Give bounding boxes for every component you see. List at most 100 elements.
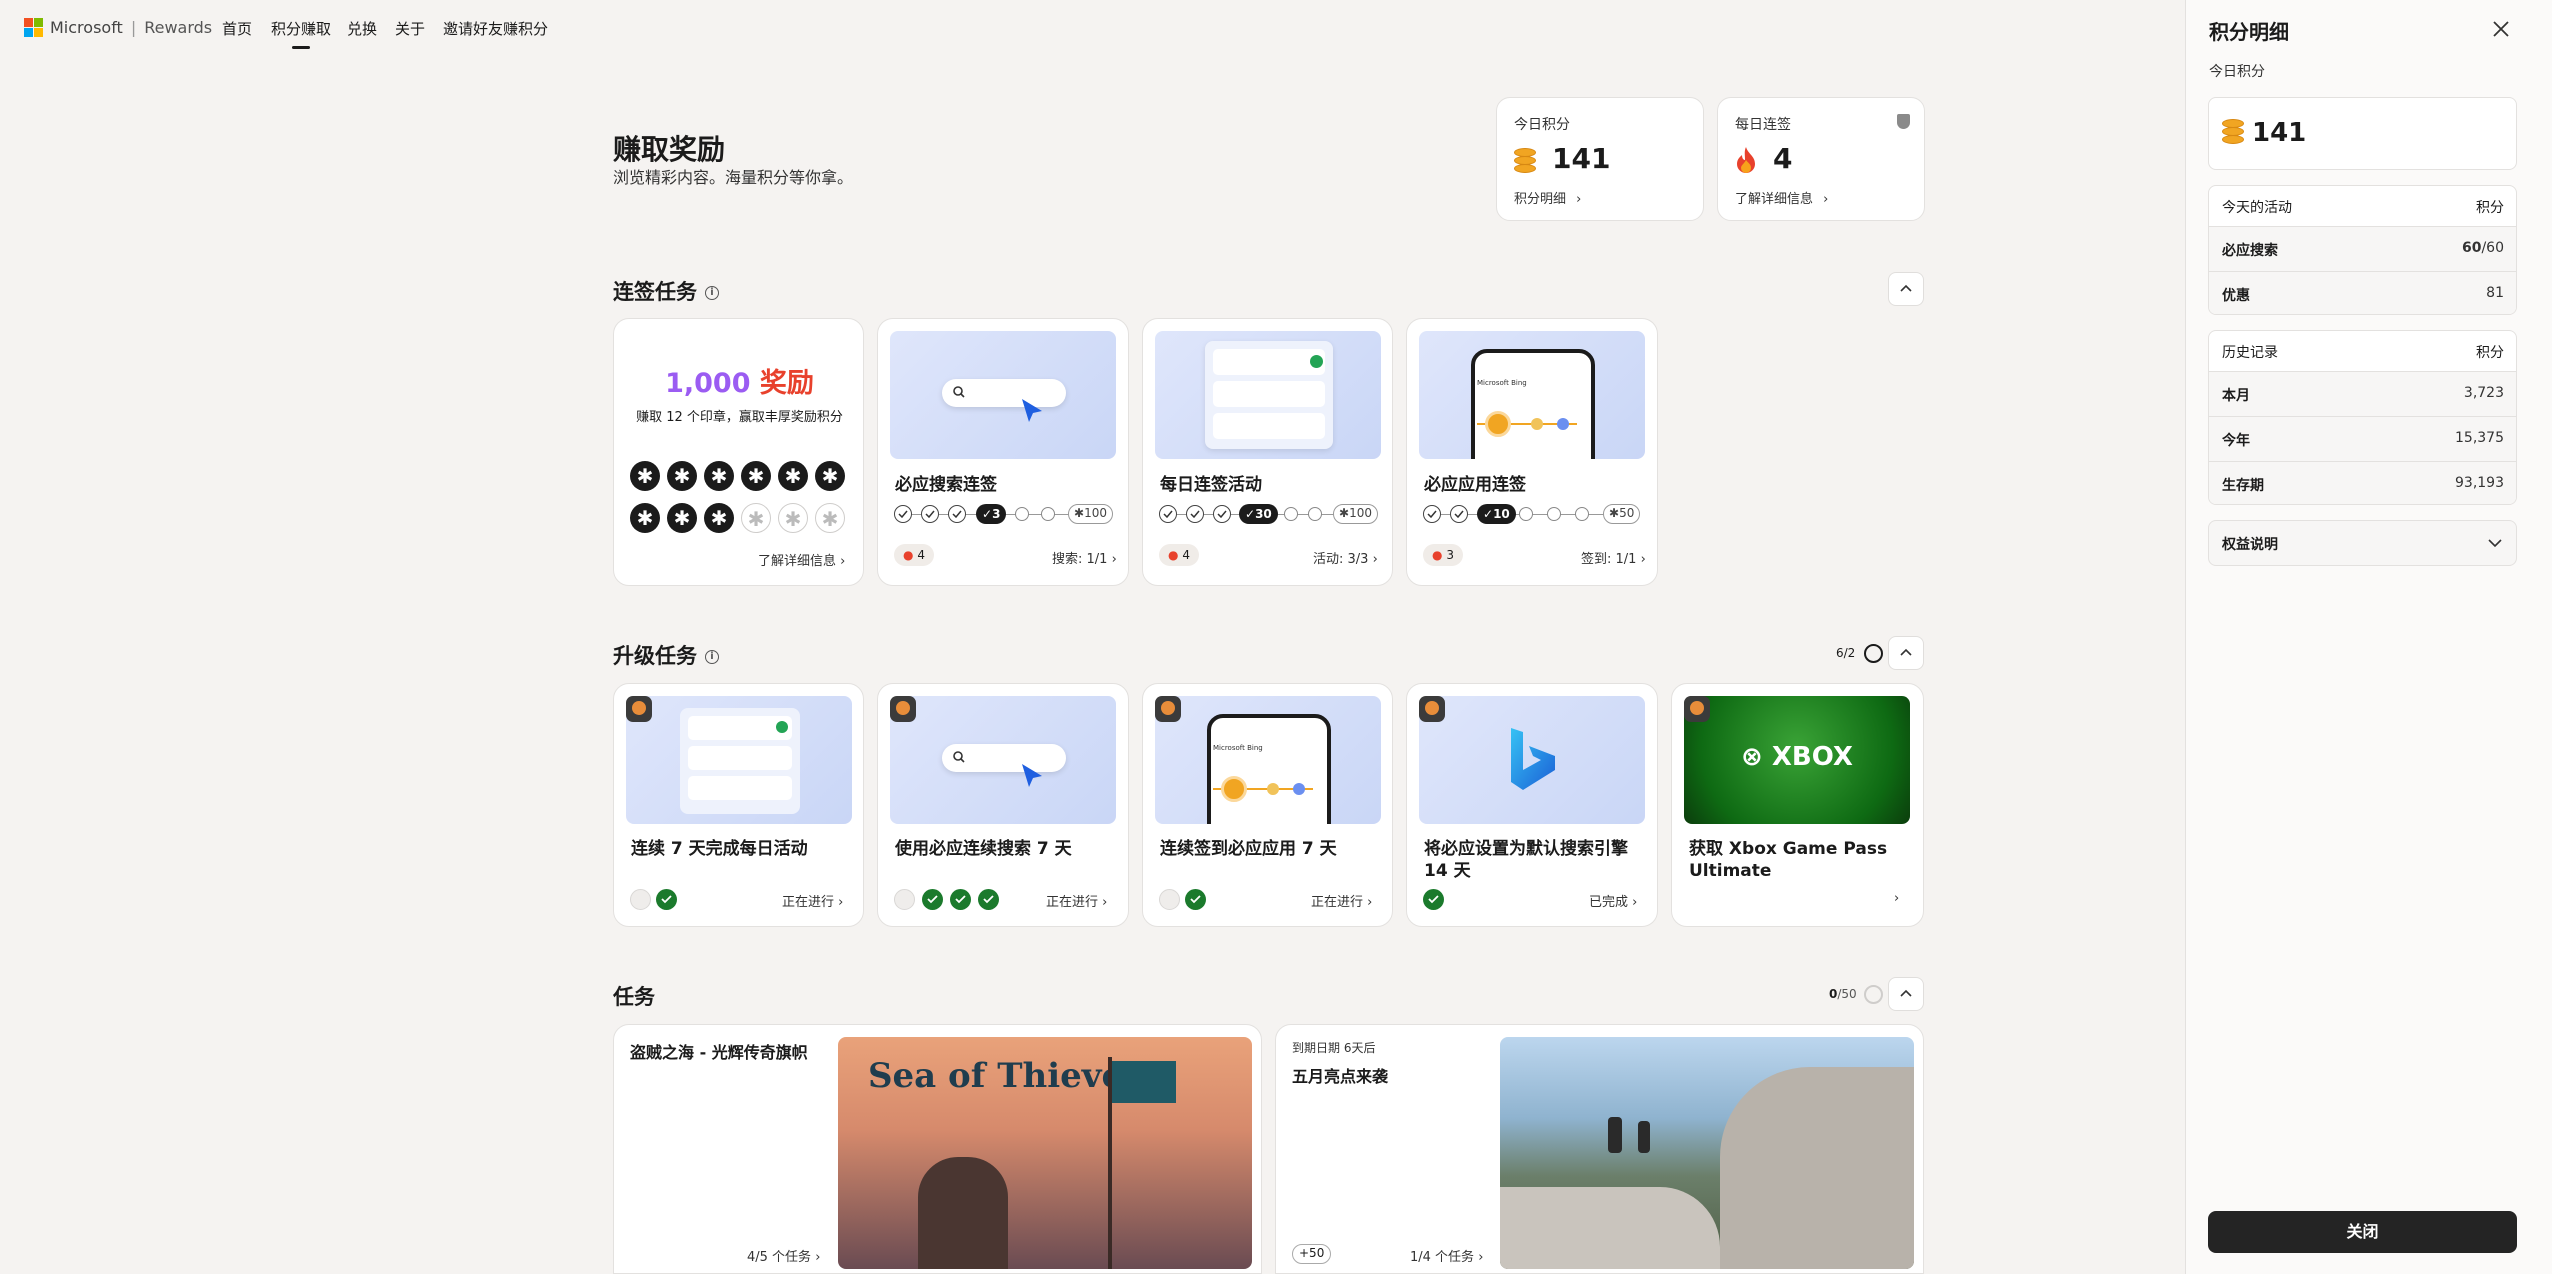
level-card-app[interactable]: Microsoft Bing 连续签到必应应用 7 天 正在进行 › bbox=[1142, 683, 1393, 927]
panel-today-label: 今日积分 bbox=[2209, 64, 2265, 80]
check-icon bbox=[921, 505, 939, 523]
streak-promo-card[interactable]: 1,000 奖励 赚取 12 个印章，赢取丰厚奖励积分 ✱ ✱ ✱ ✱ ✱ ✱ ✱ ✱ ✱ ✱ ✱ ✱… bbox=[613, 318, 864, 586]
stamp-icon: ✱ bbox=[630, 503, 660, 533]
panel-activities-table: 今天的活动 积分 必应搜索 60/60 优惠 81 bbox=[2208, 185, 2517, 315]
streak-card-title: 必应搜索连签 bbox=[895, 475, 997, 495]
nav-redeem[interactable]: 兑换 bbox=[347, 18, 377, 39]
nav-refer[interactable]: 邀请好友赚积分 bbox=[443, 18, 548, 39]
level-card-title: 使用必应连续搜索 7 天 bbox=[895, 839, 1072, 859]
points-detail-panel: 积分明细 今日积分 141 今天的活动 积分 必应搜索 60/60 优惠 81 历史… bbox=[2185, 0, 2552, 1274]
microsoft-logo-icon[interactable] bbox=[24, 18, 43, 37]
streak-day-badge: ✓3 bbox=[976, 504, 1007, 524]
xbox-illustration: ⊗ XBOX bbox=[1684, 696, 1910, 824]
panel-close-button[interactable]: 关闭 bbox=[2208, 1211, 2517, 1253]
brand[interactable]: Microsoft | Rewards bbox=[50, 18, 212, 37]
check-icon bbox=[948, 505, 966, 523]
mountain-image bbox=[1500, 1037, 1914, 1269]
stamp-icon: ✱ bbox=[667, 503, 697, 533]
level-card-default-engine[interactable]: 将必应设置为默认搜索引擎 14 天 已完成 › bbox=[1406, 683, 1658, 927]
level-count: 6/2 bbox=[1836, 644, 1883, 663]
history-header: 历史记录 bbox=[2222, 345, 2278, 361]
nav-about[interactable]: 关于 bbox=[395, 18, 425, 39]
level-card-status[interactable]: 正在进行 › bbox=[1311, 891, 1372, 910]
stamp-icon: ✱ bbox=[667, 461, 697, 491]
benefits-accordion[interactable]: 权益说明 bbox=[2208, 520, 2517, 566]
task-card-sea-of-thieves[interactable]: 盗贼之海 - 光辉传奇旗帜 Sea of Thieves 4/5 个任务 › bbox=[613, 1024, 1262, 1274]
close-icon[interactable] bbox=[2486, 14, 2516, 44]
level-card-search[interactable]: 使用必应连续搜索 7 天 正在进行 › bbox=[877, 683, 1129, 927]
streak-card-app[interactable]: Microsoft Bing 必应应用连签 ✓10 ✱50 ● 3 签到: 1/… bbox=[1406, 318, 1658, 586]
search-illustration bbox=[890, 331, 1116, 459]
stamp-icon: ✱ bbox=[741, 461, 771, 491]
cursor-icon bbox=[1022, 764, 1042, 787]
check-circle-icon bbox=[950, 889, 971, 910]
nav-home[interactable]: 首页 bbox=[222, 18, 252, 39]
check-icon bbox=[1450, 505, 1468, 523]
task-card-title: 五月亮点来袭 bbox=[1292, 1067, 1389, 1086]
streak-count-pill: ● 3 bbox=[1423, 544, 1463, 566]
level-card-title: 连续签到必应应用 7 天 bbox=[1160, 839, 1337, 859]
points-detail-link[interactable]: 积分明细 › bbox=[1514, 188, 1581, 207]
streak-card-search[interactable]: 必应搜索连签 ✓3 ✱100 ● 4 搜索: 1/1 › bbox=[877, 318, 1129, 586]
streak-detail-link[interactable]: 了解详细信息 › bbox=[1735, 188, 1828, 207]
streak-goal: ✱50 bbox=[1603, 504, 1641, 524]
check-circle-icon bbox=[656, 889, 677, 910]
check-circle-icon bbox=[1185, 889, 1206, 910]
task-card-title: 盗贼之海 - 光辉传奇旗帜 bbox=[630, 1043, 808, 1062]
search-icon bbox=[953, 751, 965, 763]
level-card-xbox[interactable]: ⊗ XBOX 获取 Xbox Game Pass Ultimate › bbox=[1671, 683, 1924, 927]
task-card-progress[interactable]: 4/5 个任务 › bbox=[747, 1246, 820, 1265]
task-card-may-highlights[interactable]: 到期日期 6天后 五月亮点来袭 +50 1/4 个任务 › bbox=[1275, 1024, 1924, 1274]
check-icon bbox=[1423, 505, 1441, 523]
chevron-up-icon bbox=[1900, 284, 1912, 292]
info-icon[interactable]: i bbox=[705, 650, 719, 664]
streak-card-progress[interactable]: 搜索: 1/1 › bbox=[1052, 548, 1117, 567]
flame-icon bbox=[1737, 147, 1755, 173]
streak-card-activity[interactable]: 每日连签活动 ✓30 ✱100 ● 4 活动: 3/3 › bbox=[1142, 318, 1393, 586]
phone-illustration: Microsoft Bing bbox=[1155, 696, 1381, 824]
chevron-up-icon bbox=[1900, 648, 1912, 656]
stamp-icon: ✱ bbox=[741, 503, 771, 533]
tasks-count: 0/50 bbox=[1829, 985, 1883, 1004]
streak-card-progress[interactable]: 活动: 3/3 › bbox=[1313, 548, 1378, 567]
today-points-label: 今日积分 bbox=[1514, 117, 1570, 133]
chevron-right-icon[interactable]: › bbox=[1894, 891, 1899, 906]
collapse-tasks-button[interactable] bbox=[1888, 977, 1924, 1011]
collapse-streak-button[interactable] bbox=[1888, 272, 1924, 306]
collapse-level-button[interactable] bbox=[1888, 636, 1924, 670]
streak-card-progress[interactable]: 签到: 1/1 › bbox=[1581, 548, 1646, 567]
promo-amount: 1,000 奖励 bbox=[665, 368, 814, 399]
table-row: 必应搜索 60/60 bbox=[2209, 226, 2516, 271]
streak-day-badge: ✓10 bbox=[1477, 504, 1516, 524]
promo-learn-more[interactable]: 了解详细信息 › bbox=[758, 550, 845, 569]
info-icon[interactable]: i bbox=[705, 286, 719, 300]
medal-icon bbox=[890, 696, 916, 722]
chevron-up-icon bbox=[1900, 989, 1912, 997]
level-section-title: 升级任务 i bbox=[613, 640, 719, 670]
streak-section-title: 连签任务 i bbox=[613, 276, 719, 306]
level-card-status[interactable]: 已完成 › bbox=[1589, 891, 1637, 910]
bing-logo-icon bbox=[1511, 728, 1555, 790]
streak-count-pill: ● 4 bbox=[1159, 544, 1199, 566]
panel-today-value: 141 bbox=[2252, 118, 2307, 148]
shield-icon bbox=[1897, 114, 1910, 129]
task-card-progress[interactable]: 1/4 个任务 › bbox=[1410, 1246, 1483, 1265]
stamp-icon: ✱ bbox=[704, 503, 734, 533]
activity-illustration bbox=[626, 696, 852, 824]
product-name: Rewards bbox=[144, 18, 213, 37]
nav-earn[interactable]: 积分赚取 bbox=[271, 18, 331, 49]
level-card-status[interactable]: 正在进行 › bbox=[782, 891, 843, 910]
daily-streak-label: 每日连签 bbox=[1735, 117, 1791, 133]
sea-of-thieves-logo: Sea of Thieves bbox=[868, 1056, 1143, 1096]
level-card-daily[interactable]: 连续 7 天完成每日活动 正在进行 › bbox=[613, 683, 864, 927]
search-icon bbox=[953, 386, 965, 398]
stamp-icon: ✱ bbox=[778, 503, 808, 533]
daily-streak-value: 4 bbox=[1773, 142, 1793, 175]
page-subtitle: 浏览精彩内容。海量积分等你拿。 bbox=[613, 168, 854, 187]
phone-illustration: Microsoft Bing bbox=[1419, 331, 1645, 459]
level-card-title: 获取 Xbox Game Pass Ultimate bbox=[1689, 839, 1888, 881]
streak-count-pill: ● 4 bbox=[894, 544, 934, 566]
level-card-status[interactable]: 正在进行 › bbox=[1046, 891, 1107, 910]
benefits-label: 权益说明 bbox=[2222, 537, 2278, 553]
panel-title: 积分明细 bbox=[2209, 20, 2289, 44]
